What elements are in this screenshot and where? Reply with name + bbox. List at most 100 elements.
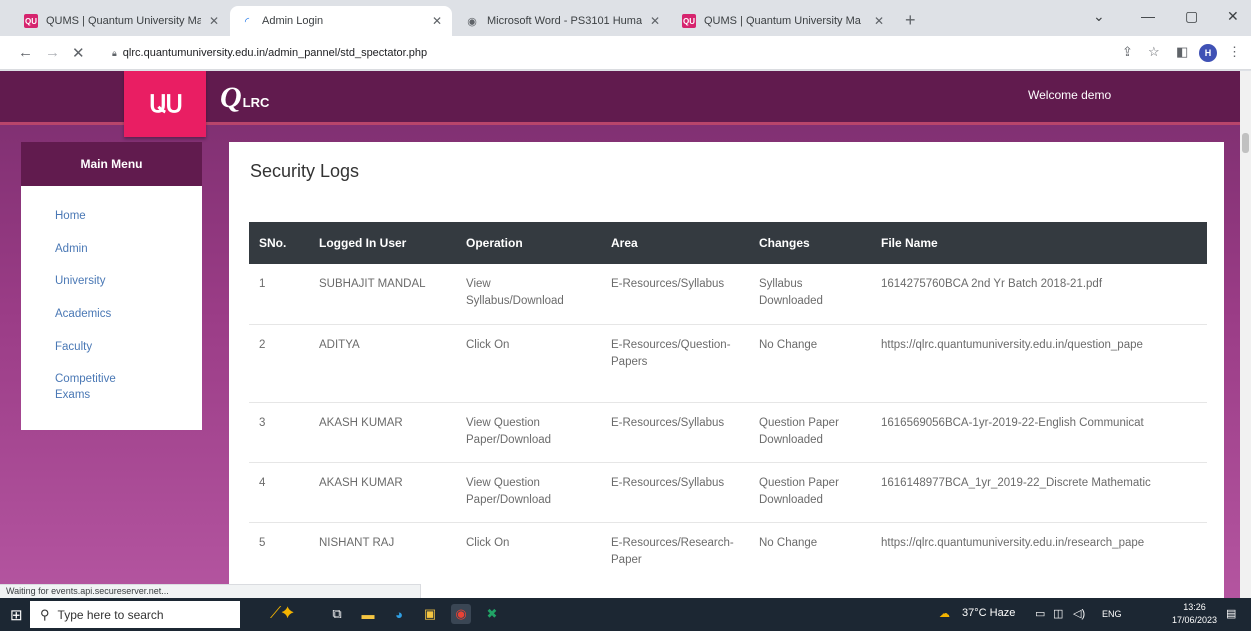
weather-widget-icon[interactable]: ⟋✦ [255,604,309,624]
profile-avatar[interactable]: H [1199,44,1217,62]
cell-changes: No Change [749,522,871,598]
minimize-button[interactable]: — [1141,8,1155,24]
edge-icon[interactable]: ◕ [389,604,409,624]
menu-item-admin[interactable]: Admin [55,241,165,257]
task-view-icon[interactable]: ⧉ [327,604,347,624]
cell-changes: Question Paper Downloaded [749,402,871,463]
excel-icon[interactable]: ✖ [482,604,502,624]
lrc-brand[interactable]: Q LRC [220,81,269,115]
security-logs-table: SNo. Logged In User Operation Area Chang… [249,222,1207,598]
browser-tab-qums-2[interactable]: QU QUMS | Quantum University Ma ✕ [672,6,894,36]
cell-file-name: 1616148977BCA_1yr_2019-22_Discrete Mathe… [871,462,1207,523]
table-row: 3 AKASH KUMAR View Question Paper/Downlo… [249,402,1207,463]
store-icon[interactable]: ▣ [420,604,440,624]
volume-icon[interactable]: ◁) [1073,607,1085,620]
loading-icon: ◜ [244,15,250,28]
taskbar-search[interactable]: ⚲ Type here to search [30,601,240,628]
table-row: 1 SUBHAJIT MANDAL View Syllabus/Download… [249,264,1207,325]
weather-text[interactable]: 37°C Haze [962,607,1015,619]
menu-dots-icon[interactable]: ⋮ [1228,44,1241,60]
cell-sno: 3 [249,402,309,463]
cell-changes: Syllabus Downloaded [749,264,871,325]
tab-title: Admin Login [262,15,324,27]
menu-item-home[interactable]: Home [55,208,165,224]
menu-item-academics[interactable]: Academics [55,306,165,322]
browser-tab-admin-login[interactable]: ◜ Admin Login ✕ [230,6,452,36]
menu-item-faculty[interactable]: Faculty [55,339,165,355]
clock-time: 13:26 [1183,602,1206,612]
language-indicator[interactable]: ENG [1102,609,1122,619]
menu-item-competitive-exams[interactable]: Competitive Exams [55,371,145,403]
windows-start-icon[interactable]: ⊞ [10,606,23,624]
lock-icon: 🔒︎ [112,47,117,58]
column-header-user: Logged In User [309,222,456,264]
chrome-icon[interactable]: ◉ [451,604,471,624]
page-title: Security Logs [250,161,360,181]
back-icon[interactable]: ← [18,44,33,61]
table-row: 2 ADITYA Click On E-Resources/Question-P… [249,324,1207,403]
scrollbar-thumb[interactable] [1242,133,1249,153]
stop-loading-icon[interactable]: ✕ [72,44,85,62]
main-menu-title: Main Menu [21,142,202,186]
menu-item-university[interactable]: University [55,273,165,289]
qums-favicon-icon: QU [24,14,38,28]
address-bar[interactable]: 🔒︎ qlrc.quantumuniversity.edu.in/admin_p… [112,42,1092,64]
cell-user: AKASH KUMAR [309,402,456,463]
cell-operation: View Syllabus/Download [456,264,601,325]
close-icon[interactable]: ✕ [432,14,442,28]
page-scrollbar[interactable] [1240,71,1251,598]
welcome-text: Welcome demo [1028,88,1112,102]
browser-toolbar: ← → ✕ 🔒︎ qlrc.quantumuniversity.edu.in/a… [0,36,1251,70]
cell-file-name: https://qlrc.quantumuniversity.edu.in/re… [871,522,1207,598]
battery-icon[interactable]: ▭ [1035,607,1045,620]
security-logs-panel: Security Logs SNo. Logged In User Operat… [229,142,1224,598]
column-header-file-name: File Name [871,222,1207,264]
notification-icon[interactable]: ▤ [1226,607,1236,620]
side-panel-icon[interactable]: ◧ [1176,44,1188,60]
tab-title: QUMS | Quantum University Ma [46,15,201,27]
close-icon[interactable]: ✕ [650,14,660,28]
web-page: Welcome demo ԱՍ Q LRC Main Menu Home Adm… [0,71,1240,598]
browser-tab-word[interactable]: ◉ Microsoft Word - PS3101 Huma ✕ [455,6,670,36]
cell-file-name: https://qlrc.quantumuniversity.edu.in/qu… [871,324,1207,403]
cell-sno: 2 [249,324,309,403]
column-header-area: Area [601,222,749,264]
bookmark-star-icon[interactable]: ☆ [1148,44,1160,60]
qums-favicon-icon: QU [682,14,696,28]
main-menu: Main Menu Home Admin University Academic… [21,142,202,430]
close-icon[interactable]: ✕ [209,14,219,28]
clock-date: 17/06/2023 [1172,615,1218,625]
cell-sno: 4 [249,462,309,523]
brand-lrc: LRC [242,95,270,110]
cell-area: E-Resources/Syllabus [601,462,749,523]
new-tab-button[interactable]: + [905,10,916,31]
cell-file-name: 1614275760BCA 2nd Yr Batch 2018-21.pdf [871,264,1207,325]
share-icon[interactable]: ⇪ [1122,44,1133,60]
cell-operation: Click On [456,522,601,598]
file-explorer-icon[interactable]: ▬ [358,604,378,624]
browser-tab-qums-1[interactable]: QU QUMS | Quantum University Ma ✕ [14,6,229,36]
cell-changes: No Change [749,324,871,403]
cell-file-name: 1616569056BCA-1yr-2019-22-English Commun… [871,402,1207,463]
globe-icon: ◉ [467,15,477,28]
brand-q: Q [220,81,242,114]
maximize-button[interactable]: ▢ [1185,8,1198,25]
cell-operation: Click On [456,324,601,403]
close-icon[interactable]: ✕ [874,14,884,28]
tab-title: QUMS | Quantum University Ma [704,15,861,27]
windows-taskbar: ⊞ ⚲ Type here to search ⟋✦ ⧉ ▬ ◕ ▣ ◉ ✖ ☁… [0,598,1251,631]
url-text: qlrc.quantumuniversity.edu.in/admin_pann… [122,47,428,59]
cell-area: E-Resources/Syllabus [601,402,749,463]
tab-search-icon[interactable]: ⌄ [1093,8,1105,25]
cell-operation: View Question Paper/Download [456,402,601,463]
table-header-row: SNo. Logged In User Operation Area Chang… [249,222,1207,264]
university-logo[interactable]: ԱՍ [124,71,206,137]
cell-user: SUBHAJIT MANDAL [309,264,456,325]
forward-icon[interactable]: → [45,44,60,61]
close-window-button[interactable]: ✕ [1227,8,1239,25]
cell-area: E-Resources/Question-Papers [601,324,749,403]
column-header-sno: SNo. [249,222,309,264]
network-icon[interactable]: ◫ [1053,607,1063,620]
weather-sun-icon: ☁ [939,608,950,620]
taskbar-clock[interactable]: 13:26 17/06/2023 [1172,601,1217,627]
